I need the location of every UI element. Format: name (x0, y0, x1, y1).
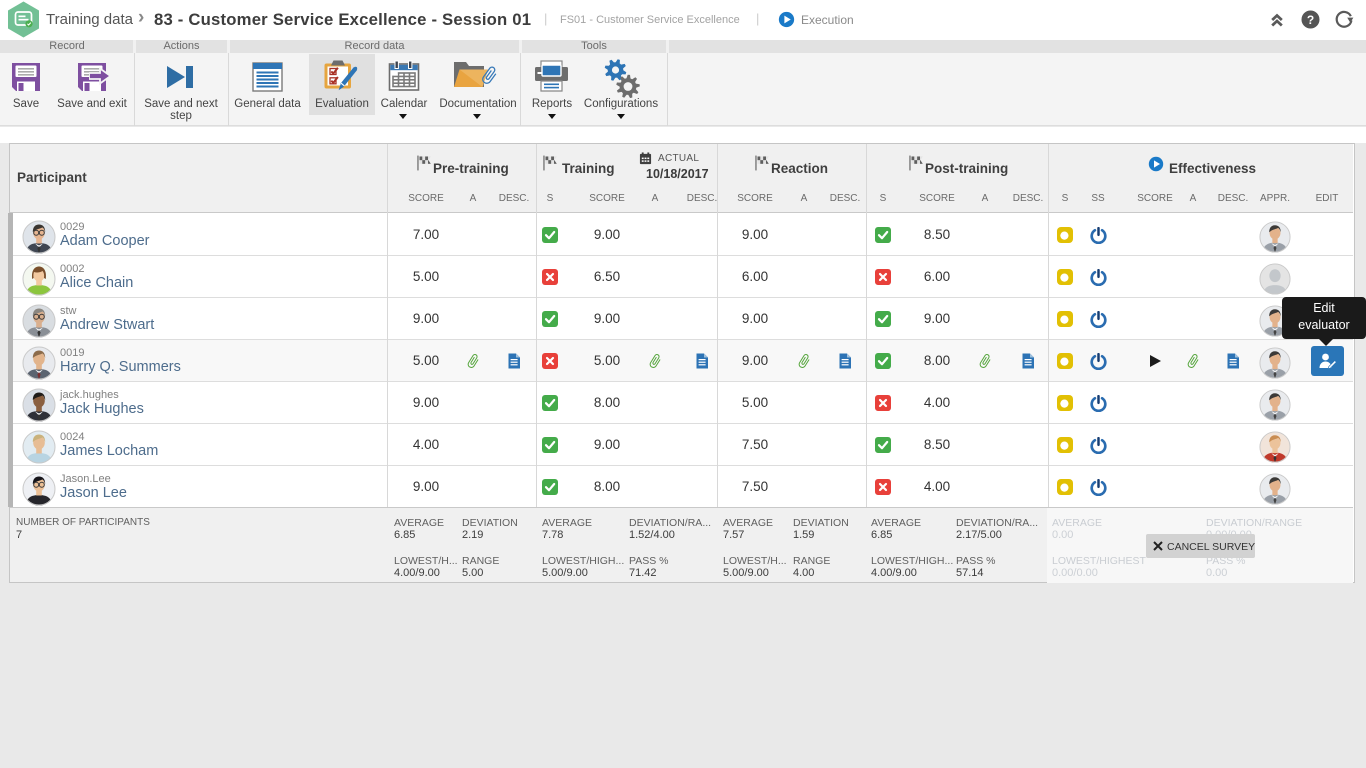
svg-text:?: ? (1307, 13, 1314, 27)
